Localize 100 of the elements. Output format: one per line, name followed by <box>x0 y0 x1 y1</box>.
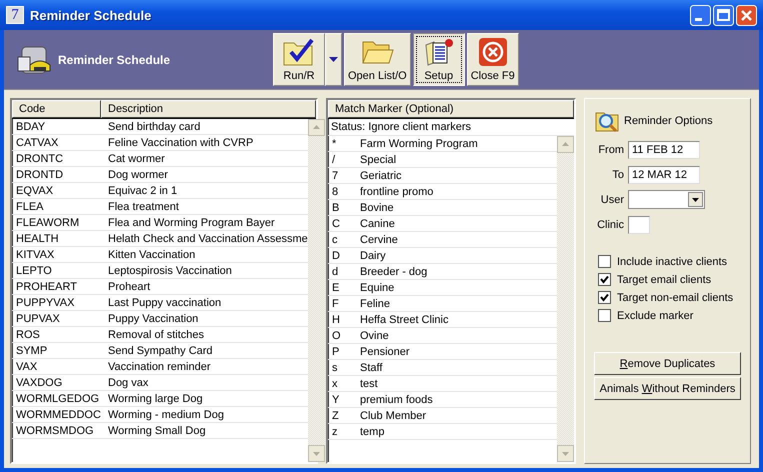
checkbox-label: Exclude marker <box>617 310 694 322</box>
field-label: From <box>597 144 624 156</box>
toolbar-button[interactable]: Open List/O <box>344 33 411 86</box>
field-label: User <box>600 194 624 206</box>
table-cell-text: DRONTD <box>15 168 64 180</box>
checkbox[interactable] <box>598 309 611 322</box>
table-cell-text: Flea and Worming Program Bayer <box>107 216 276 228</box>
input-field[interactable] <box>628 216 650 234</box>
table-cell-text: VAXDOG <box>15 376 64 388</box>
table-cell-text: frontline promo <box>360 186 434 198</box>
table-cell-text: PUPPYVAX <box>15 296 76 308</box>
table-cell-text: Staff <box>360 362 384 374</box>
table-cell-text: 8 <box>331 186 340 198</box>
table-cell-text: B <box>331 202 340 214</box>
table-cell-text: Dog wormer <box>107 168 169 180</box>
table-cell-text: Special <box>360 154 398 166</box>
folder-check-icon <box>282 37 316 67</box>
user-dropdown[interactable] <box>628 190 705 209</box>
table-cell-text: FLEA <box>15 200 45 212</box>
table-cell-text: Farm Worming Program <box>360 138 479 150</box>
table-cell-text: Geriatric <box>360 170 403 182</box>
table-cell-text: test <box>360 378 379 390</box>
table-cell-text: EQVAX <box>15 184 54 196</box>
table-cell-text: Vaccination reminder <box>107 360 212 372</box>
table-cell-text: Leptospirosis Vaccination <box>107 264 233 276</box>
action-button[interactable]: Animals Without Reminders <box>594 377 741 400</box>
table-cell-text: Feline <box>360 298 391 310</box>
table-cell-text: Canine <box>360 218 396 230</box>
table-cell-text: 7 <box>331 170 340 182</box>
table-cell-text: x <box>331 378 338 390</box>
input-field[interactable]: 11 FEB 12 <box>628 140 700 158</box>
table-cell-text: Worming - medium Dog <box>107 408 225 420</box>
table-cell-text: LEPTO <box>15 264 53 276</box>
table-cell-text: VAX <box>15 360 38 372</box>
table-cell-text: Worming large Dog <box>107 392 204 404</box>
table-cell-text: Helath Check and Vaccination Assessme <box>107 232 308 244</box>
table-cell-text: WORMLGEDOG <box>15 392 100 404</box>
checkbox[interactable] <box>598 273 611 286</box>
table-cell-text: CATVAX <box>15 136 60 148</box>
table-cell-text: Club Member <box>360 410 428 422</box>
table-cell-text: Removal of stitches <box>107 328 205 340</box>
field-label: To <box>611 168 624 180</box>
table-cell-text: d <box>331 266 340 278</box>
input-field[interactable]: 12 MAR 12 <box>628 166 700 184</box>
table-cell-text: BDAY <box>15 120 46 132</box>
action-button[interactable]: Remove Duplicates <box>594 352 741 375</box>
table-cell-text: temp <box>360 426 386 438</box>
table-cell-text: premium foods <box>360 394 434 406</box>
table-cell-text: Heffa Street Clinic <box>360 314 450 326</box>
table-cell-text: Worming Small Dog <box>107 424 207 436</box>
table-cell-text: FLEAWORM <box>15 216 80 228</box>
maximize-button[interactable] <box>713 4 734 26</box>
table-cell-text: Bovine <box>360 202 395 214</box>
checkbox-label: Target non-email clients <box>617 292 734 304</box>
table-cell-text: Equine <box>360 282 396 294</box>
column-header[interactable]: Code <box>12 100 101 118</box>
table-cell-text: Send birthday card <box>107 120 202 132</box>
checkbox-label: Include inactive clients <box>617 256 728 268</box>
table-cell-text: Equivac 2 in 1 <box>107 184 178 196</box>
column-header[interactable]: Description <box>101 100 316 118</box>
dropdown-button[interactable] <box>325 33 342 86</box>
toolbar-button[interactable]: Close F9 <box>466 33 519 86</box>
table-cell-text: HEALTH <box>15 232 60 244</box>
table-cell-text: Ovine <box>360 330 390 342</box>
table-cell-text: PROHEART <box>15 280 78 292</box>
app-icon: 7 <box>6 6 24 24</box>
table-cell-text: Cat wormer <box>107 152 166 164</box>
table-cell-text: KITVAX <box>15 248 56 260</box>
table-cell-text: H <box>331 314 341 326</box>
table-cell-text: Y <box>331 394 340 406</box>
table-cell-text: F <box>331 298 340 310</box>
table-cell-text: * <box>331 138 338 150</box>
table-cell-text: Breeder - dog <box>360 266 428 278</box>
table-cell-text: DRONTC <box>15 152 64 164</box>
checkbox[interactable] <box>598 255 611 268</box>
table-cell-text: Dairy <box>360 250 387 262</box>
checkbox[interactable] <box>598 291 611 304</box>
table-cell-text: O <box>331 330 342 342</box>
toolbar-button[interactable]: Run/R <box>273 33 325 86</box>
section-title: Reminder Options <box>624 115 713 127</box>
caret-icon <box>688 192 703 207</box>
table-cell-text: Cervine <box>360 234 399 246</box>
table-cell-text: Feline Vaccination with CVRP <box>107 136 254 148</box>
window-title: Reminder Schedule <box>30 8 152 22</box>
table-cell-text: C <box>331 218 341 230</box>
minimize-button[interactable] <box>690 4 711 26</box>
table-cell-text: c <box>331 234 338 246</box>
close-button[interactable] <box>736 4 757 26</box>
table-cell-text: Last Puppy vaccination <box>107 296 222 308</box>
toolbar-button[interactable]: Setup <box>412 33 465 86</box>
checkbox-label: Target email clients <box>617 274 712 286</box>
table-cell-text: s <box>331 362 338 374</box>
table-cell-text: Pensioner <box>360 346 411 358</box>
table-cell-text: E <box>331 282 340 294</box>
table-cell-text: z <box>331 426 338 438</box>
table-cell-text: ROS <box>15 328 41 340</box>
table-cell-text: Puppy Vaccination <box>107 312 200 324</box>
column-header[interactable]: Match Marker (Optional) <box>328 100 574 118</box>
table-cell-text: Z <box>331 410 340 422</box>
table-cell-text: Dog vax <box>107 376 150 388</box>
